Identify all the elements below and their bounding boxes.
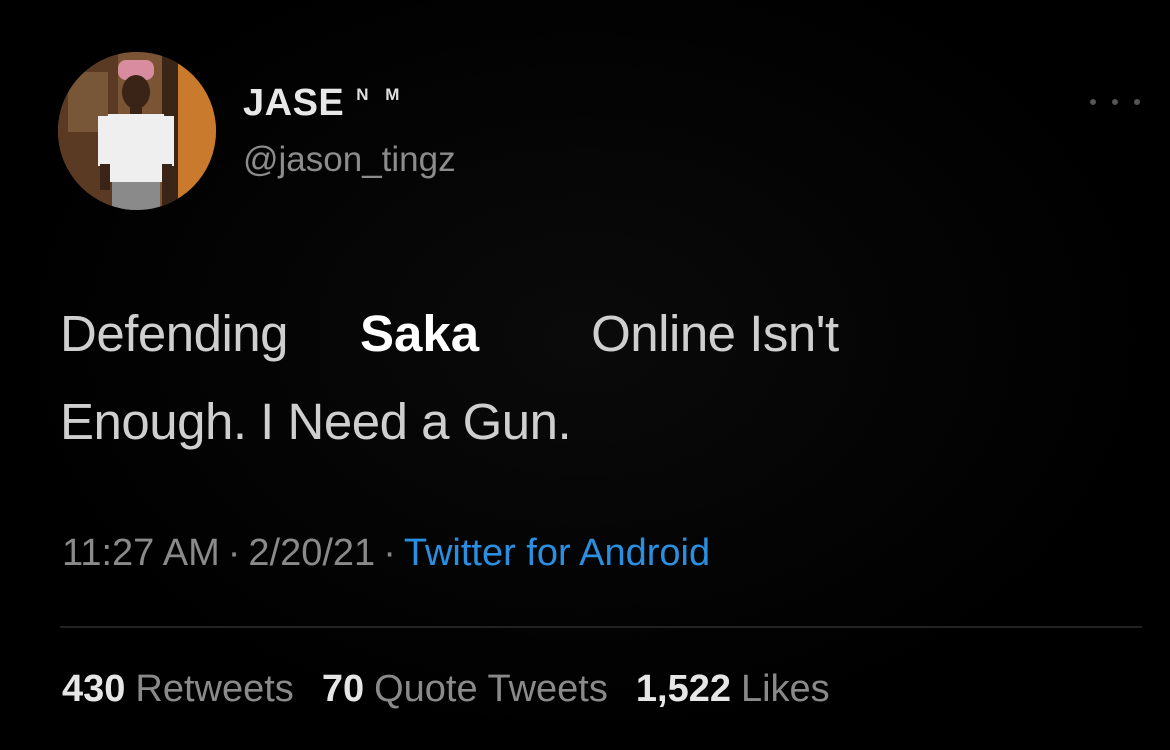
retweets-stat[interactable]: 430 Retweets bbox=[62, 668, 294, 711]
tweet-text: Defending Saka Online Isn't Enough. I Need… bbox=[60, 290, 1120, 466]
author-name-suffix: N M bbox=[356, 85, 406, 104]
tweet-date[interactable]: 2/20/21 bbox=[248, 532, 375, 574]
more-options-button[interactable] bbox=[1090, 90, 1140, 114]
tweet-text-line-1: Defending Saka Online Isn't bbox=[60, 290, 1120, 378]
tweet-card: JASE N M @jason_tingz Defending Saka Onlin… bbox=[0, 0, 1170, 750]
quote-tweets-label: Quote Tweets bbox=[374, 668, 608, 710]
divider bbox=[60, 626, 1142, 628]
quote-tweets-stat[interactable]: 70 Quote Tweets bbox=[322, 668, 608, 711]
retweets-count: 430 bbox=[62, 668, 126, 710]
author-name-row[interactable]: JASE N M bbox=[243, 82, 405, 125]
tweet-source-link[interactable]: Twitter for Android bbox=[404, 532, 710, 574]
quote-tweets-count: 70 bbox=[321, 668, 365, 710]
author-handle[interactable]: @jason_tingz bbox=[243, 140, 456, 180]
tweet-time[interactable]: 11:27 AM bbox=[62, 532, 220, 574]
tweet-meta: 11:27 AM · 2/20/21 · Twitter for Android bbox=[62, 532, 710, 575]
likes-label: Likes bbox=[740, 668, 830, 710]
meta-separator: · bbox=[383, 532, 396, 574]
meta-separator: · bbox=[227, 532, 241, 574]
likes-count: 1,522 bbox=[635, 668, 731, 710]
more-dots-icon bbox=[1134, 99, 1140, 105]
tweet-text-part-1: Defending bbox=[60, 305, 289, 362]
tweet-highlight-name: Saka bbox=[360, 305, 480, 362]
tweet-text-part-2: Online Isn't bbox=[591, 305, 839, 362]
likes-stat[interactable]: 1,522 Likes bbox=[636, 668, 830, 711]
avatar[interactable] bbox=[58, 52, 216, 210]
more-dots-icon bbox=[1112, 99, 1118, 105]
tweet-text-line-2: Enough. I Need a Gun. bbox=[60, 393, 572, 450]
retweets-label: Retweets bbox=[135, 668, 294, 710]
more-dots-icon bbox=[1090, 99, 1096, 105]
author-display-name[interactable]: JASE bbox=[243, 82, 344, 125]
tweet-stats: 430 Retweets 70 Quote Tweets 1,522 Likes bbox=[62, 668, 858, 711]
user-avatar-photo-icon bbox=[58, 52, 216, 210]
